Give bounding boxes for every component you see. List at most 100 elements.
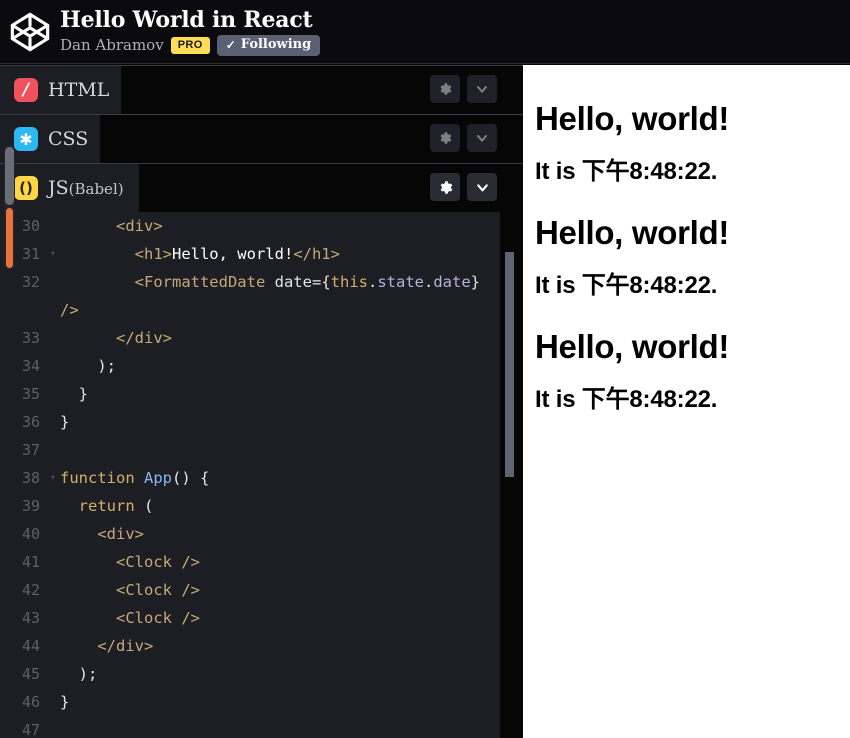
code-line[interactable]: 46} xyxy=(0,688,500,716)
tab-js-label-sub: (Babel) xyxy=(69,180,124,198)
chevron-down-icon[interactable] xyxy=(467,75,497,103)
code-token: this xyxy=(331,273,368,291)
gear-icon[interactable] xyxy=(430,75,460,103)
code-text: ); xyxy=(60,352,500,380)
code-line[interactable]: 32 <FormattedDate date={this.state.date}… xyxy=(0,268,500,324)
line-number: 34 xyxy=(0,352,46,380)
code-token xyxy=(60,245,135,263)
code-line[interactable]: 33 </div> xyxy=(0,324,500,352)
code-line[interactable]: 39 return ( xyxy=(0,492,500,520)
line-number: 43 xyxy=(0,604,46,632)
line-number: 37 xyxy=(0,436,46,464)
code-token: { xyxy=(321,273,330,291)
code-text: function App() { xyxy=(60,464,500,492)
workspace: / HTML xyxy=(0,65,850,738)
line-number: 38 xyxy=(0,464,46,492)
code-token: function xyxy=(60,469,144,487)
following-label: Following xyxy=(241,38,311,52)
fold-arrow-icon[interactable]: ▾ xyxy=(46,240,60,268)
codepen-logo-icon[interactable] xyxy=(4,6,56,58)
code-line[interactable]: 37 xyxy=(0,436,500,464)
scrollbar-thumb[interactable] xyxy=(5,147,14,205)
byline: Dan Abramov PRO ✓ Following xyxy=(60,34,320,56)
following-button[interactable]: ✓ Following xyxy=(217,35,320,56)
chevron-down-icon[interactable] xyxy=(467,124,497,152)
author-name[interactable]: Dan Abramov xyxy=(60,35,164,55)
line-number: 42 xyxy=(0,576,46,604)
code-line[interactable]: 45 ); xyxy=(0,660,500,688)
line-number: 36 xyxy=(0,408,46,436)
js-lang-icon: () xyxy=(14,176,38,200)
line-number: 39 xyxy=(0,492,46,520)
code-text: <Clock /> xyxy=(60,548,500,576)
preview-heading: Hello, world! xyxy=(535,327,834,367)
code-token xyxy=(60,273,135,291)
code-line[interactable]: 40 <div> xyxy=(0,520,500,548)
chevron-down-icon[interactable] xyxy=(467,173,497,201)
codepen-app: Hello World in React Dan Abramov PRO ✓ F… xyxy=(0,0,850,738)
editor-pane-js: () JS(Babel) xyxy=(0,163,523,212)
gear-icon[interactable] xyxy=(430,173,460,201)
code-token xyxy=(60,329,116,347)
code-token xyxy=(60,581,116,599)
code-line[interactable]: 36} xyxy=(0,408,500,436)
line-number: 40 xyxy=(0,520,46,548)
pen-header: Hello World in React Dan Abramov PRO ✓ F… xyxy=(0,0,850,64)
tab-html[interactable]: / HTML xyxy=(0,66,121,114)
code-scrollbar-thumb[interactable] xyxy=(505,252,514,477)
code-line[interactable]: 31▾ <h1>Hello, world!</h1> xyxy=(0,240,500,268)
editor-pane-css: ✱ CSS xyxy=(0,114,523,163)
code-text: return ( xyxy=(60,492,500,520)
preview-clock-text: It is 下午8:48:22. xyxy=(535,157,834,187)
code-line[interactable]: 44 </div> xyxy=(0,632,500,660)
code-token: </div> xyxy=(116,329,172,347)
code-token xyxy=(60,385,79,403)
code-token xyxy=(60,525,97,543)
pen-meta: Hello World in React Dan Abramov PRO ✓ F… xyxy=(60,7,320,56)
code-line[interactable]: 41 <Clock /> xyxy=(0,548,500,576)
code-line[interactable]: 43 <Clock /> xyxy=(0,604,500,632)
code-token: date= xyxy=(275,273,322,291)
code-text: <Clock /> xyxy=(60,576,500,604)
code-token: /> xyxy=(60,301,79,319)
code-token: return xyxy=(79,497,135,515)
gear-icon[interactable] xyxy=(430,124,460,152)
code-token xyxy=(60,217,116,235)
code-token: ); xyxy=(97,357,116,375)
line-number: 46 xyxy=(0,688,46,716)
code-token: <h1> xyxy=(135,245,172,263)
code-line[interactable]: 34 ); xyxy=(0,352,500,380)
code-line[interactable]: 35 } xyxy=(0,380,500,408)
code-line[interactable]: 42 <Clock /> xyxy=(0,576,500,604)
line-number: 44 xyxy=(0,632,46,660)
fold-arrow-icon[interactable]: ▾ xyxy=(46,464,60,492)
code-text: ); xyxy=(60,660,500,688)
code-token: Hello, world! xyxy=(172,245,293,263)
code-text: <div> xyxy=(60,520,500,548)
scrollbar-thumb-accent[interactable] xyxy=(6,208,13,268)
code-token xyxy=(60,637,97,655)
code-line[interactable]: 47 xyxy=(0,716,500,738)
tab-js-actions xyxy=(430,173,497,201)
code-line[interactable]: 38▾function App() { xyxy=(0,464,500,492)
code-line[interactable]: 30 <div> xyxy=(0,212,500,240)
page-scrollbar[interactable] xyxy=(4,145,15,270)
code-token: } xyxy=(79,385,88,403)
code-editor[interactable]: 30 <div>31▾ <h1>Hello, world!</h1>32 <Fo… xyxy=(0,212,523,738)
tab-css[interactable]: ✱ CSS xyxy=(0,115,100,163)
code-token: <Clock /> xyxy=(116,581,200,599)
tab-js[interactable]: () JS(Babel) xyxy=(0,164,139,212)
code-token: App xyxy=(144,469,172,487)
code-lines[interactable]: 30 <div>31▾ <h1>Hello, world!</h1>32 <Fo… xyxy=(0,212,500,738)
code-token: <Clock /> xyxy=(116,609,200,627)
preview-clock-text: It is 下午8:48:22. xyxy=(535,271,834,301)
code-text: <div> xyxy=(60,212,500,240)
pro-badge: PRO xyxy=(171,37,210,54)
tab-js-label: JS(Babel) xyxy=(48,177,124,200)
code-text: } xyxy=(60,688,500,716)
preview-heading: Hello, world! xyxy=(535,99,834,139)
code-text: </div> xyxy=(60,324,500,352)
line-number: 32 xyxy=(0,268,46,296)
check-icon: ✓ xyxy=(226,39,236,51)
code-token: . xyxy=(368,273,377,291)
